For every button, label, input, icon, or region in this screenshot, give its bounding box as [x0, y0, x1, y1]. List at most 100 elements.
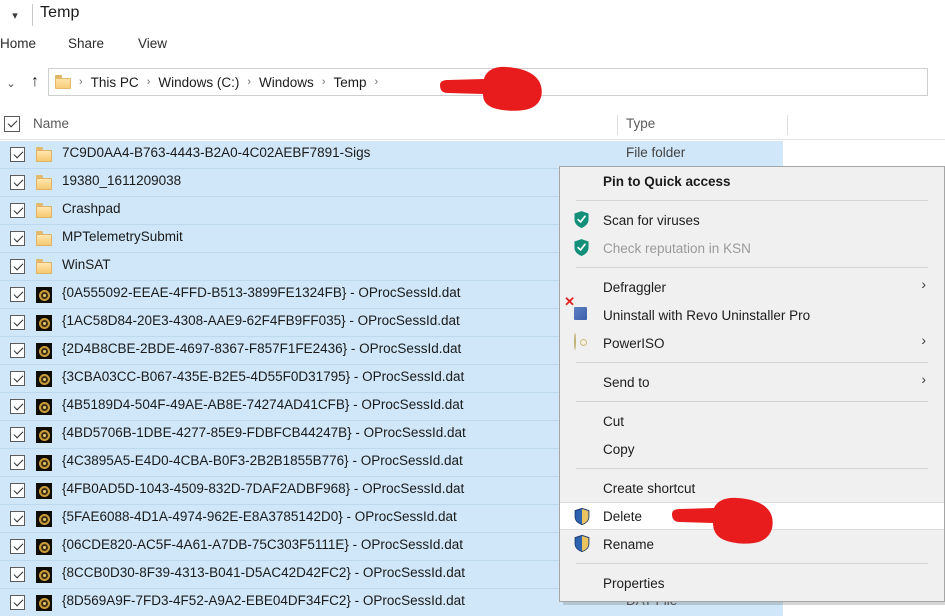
folder-icon [36, 259, 53, 275]
folder-icon [55, 75, 72, 89]
select-all-checkbox[interactable] [4, 116, 20, 132]
row-checkbox[interactable] [10, 455, 25, 470]
folder-icon [36, 175, 53, 191]
breadcrumb-separator: › [140, 76, 158, 88]
menu-item-label: Copy [603, 442, 635, 457]
menu-separator [576, 468, 928, 469]
row-checkbox[interactable] [10, 315, 25, 330]
file-name: {5FAE6088-4D1A-4974-962E-E8A3785142D0} -… [62, 509, 457, 524]
file-name: {06CDE820-AC5F-4A61-A7DB-75C303F5111E} -… [62, 537, 463, 552]
file-name: {4FB0AD5D-1043-4509-832D-7DAF2ADBF968} -… [62, 481, 464, 496]
column-header-row: Name Type [0, 110, 945, 140]
menu-item-label: Pin to Quick access [603, 174, 731, 189]
row-checkbox[interactable] [10, 595, 25, 610]
file-name: {0A555092-EEAE-4FFD-B513-3899FE1324FB} -… [62, 285, 460, 300]
row-checkbox[interactable] [10, 511, 25, 526]
dat-file-icon [36, 455, 53, 471]
menu-item-properties[interactable]: Properties [560, 569, 944, 597]
menu-item-poweriso[interactable]: PowerISO › [560, 329, 944, 357]
menu-item-uninstall-with-revo-uninstaller-pro[interactable]: ✕Uninstall with Revo Uninstaller Pro [560, 301, 944, 329]
title-bar: ▾ Temp [0, 0, 945, 31]
file-name: {3CBA03CC-B067-435E-B2E5-4D55F0D31795} -… [62, 369, 464, 384]
menu-item-pin-to-quick-access[interactable]: Pin to Quick access [560, 167, 944, 195]
quick-access-toolbar-button[interactable]: ▾ [4, 8, 26, 24]
menu-item-label: Scan for viruses [603, 213, 700, 228]
recent-locations-icon[interactable]: ⌄ [0, 74, 22, 92]
dat-file-icon [36, 343, 53, 359]
menu-item-cut[interactable]: Cut [560, 407, 944, 435]
menu-item-defraggler[interactable]: Defraggler› [560, 273, 944, 301]
tab-share[interactable]: Share [68, 36, 104, 51]
menu-separator [576, 200, 928, 201]
file-name: {4B5189D4-504F-49AE-AB8E-74274AD41CFB} -… [62, 397, 463, 412]
tab-home[interactable]: Home [0, 36, 36, 51]
green-shield-icon [574, 211, 592, 229]
row-checkbox[interactable] [10, 371, 25, 386]
menu-item-rename[interactable]: Rename [560, 530, 944, 558]
row-checkbox[interactable] [10, 259, 25, 274]
breadcrumb-separator: › [368, 76, 386, 88]
row-checkbox[interactable] [10, 399, 25, 414]
file-name: {2D4B8CBE-2BDE-4697-8367-F857F1FE2436} -… [62, 341, 461, 356]
dat-file-icon [36, 483, 53, 499]
row-checkbox[interactable] [10, 203, 25, 218]
breadcrumb-item-this-pc[interactable]: This PC [90, 75, 140, 90]
tab-view[interactable]: View [138, 36, 167, 51]
file-name: 7C9D0AA4-B763-4443-B2A0-4C02AEBF7891-Sig… [62, 145, 370, 160]
breadcrumb-item-windows[interactable]: Windows [258, 75, 315, 90]
file-type: File folder [626, 145, 685, 160]
dat-file-icon [36, 371, 53, 387]
file-name: WinSAT [62, 257, 111, 272]
menu-separator [576, 362, 928, 363]
column-header-type[interactable]: Type [626, 116, 655, 131]
breadcrumb-item-temp[interactable]: Temp [332, 75, 367, 90]
row-checkbox[interactable] [10, 567, 25, 582]
dat-file-icon [36, 315, 53, 331]
menu-item-label: PowerISO [603, 336, 665, 351]
menu-item-label: Create shortcut [603, 481, 695, 496]
ribbon-tab-bar: Home Share View [0, 31, 945, 60]
table-row[interactable]: 7C9D0AA4-B763-4443-B2A0-4C02AEBF7891-Sig… [0, 141, 783, 169]
breadcrumb-separator: › [315, 76, 333, 88]
title-divider [32, 4, 33, 26]
folder-icon [36, 203, 53, 219]
chevron-down-icon: ▾ [12, 11, 18, 22]
chevron-right-icon: › [921, 276, 926, 292]
column-header-name[interactable]: Name [33, 116, 69, 131]
menu-item-label: Check reputation in KSN [603, 241, 751, 256]
file-name: {8D569A9F-7FD3-4F52-A9A2-EBE04DF34FC2} -… [62, 593, 465, 608]
dat-file-icon [36, 511, 53, 527]
menu-item-scan-for-viruses[interactable]: Scan for viruses [560, 206, 944, 234]
file-name: {1AC58D84-20E3-4308-AAE9-62F4FB9FF035} -… [62, 313, 460, 328]
row-checkbox[interactable] [10, 287, 25, 302]
menu-item-label: Cut [603, 414, 624, 429]
row-checkbox[interactable] [10, 539, 25, 554]
uac-shield-icon [574, 535, 592, 553]
column-divider[interactable] [617, 115, 618, 135]
row-checkbox[interactable] [10, 343, 25, 358]
dat-file-icon [36, 287, 53, 303]
menu-item-check-reputation-in-ksn[interactable]: Check reputation in KSN [560, 234, 944, 262]
breadcrumb-item-windows-c[interactable]: Windows (C:) [157, 75, 240, 90]
row-checkbox[interactable] [10, 483, 25, 498]
menu-item-send-to[interactable]: Send to› [560, 368, 944, 396]
dat-file-icon [36, 539, 53, 555]
row-checkbox[interactable] [10, 175, 25, 190]
chevron-right-icon: › [921, 332, 926, 348]
menu-item-create-shortcut[interactable]: Create shortcut [560, 474, 944, 502]
column-divider[interactable] [787, 115, 788, 135]
up-arrow-icon[interactable]: ↑ [23, 70, 47, 94]
row-checkbox[interactable] [10, 231, 25, 246]
menu-item-label: Rename [603, 537, 654, 552]
menu-item-label: Delete [603, 509, 642, 524]
file-name: Crashpad [62, 201, 121, 216]
menu-item-copy[interactable]: Copy [560, 435, 944, 463]
breadcrumb[interactable]: › This PC › Windows (C:) › Windows › Tem… [48, 68, 928, 96]
row-checkbox[interactable] [10, 147, 25, 162]
context-menu[interactable]: Pin to Quick access Scan for viruses Check… [559, 166, 945, 602]
menu-item-delete[interactable]: Delete [560, 502, 944, 530]
breadcrumb-separator: › [240, 76, 258, 88]
file-name: MPTelemetrySubmit [62, 229, 183, 244]
file-explorer-window: ▾ Temp Home Share View ⌄ ↑ › This PC › W… [0, 0, 945, 616]
row-checkbox[interactable] [10, 427, 25, 442]
